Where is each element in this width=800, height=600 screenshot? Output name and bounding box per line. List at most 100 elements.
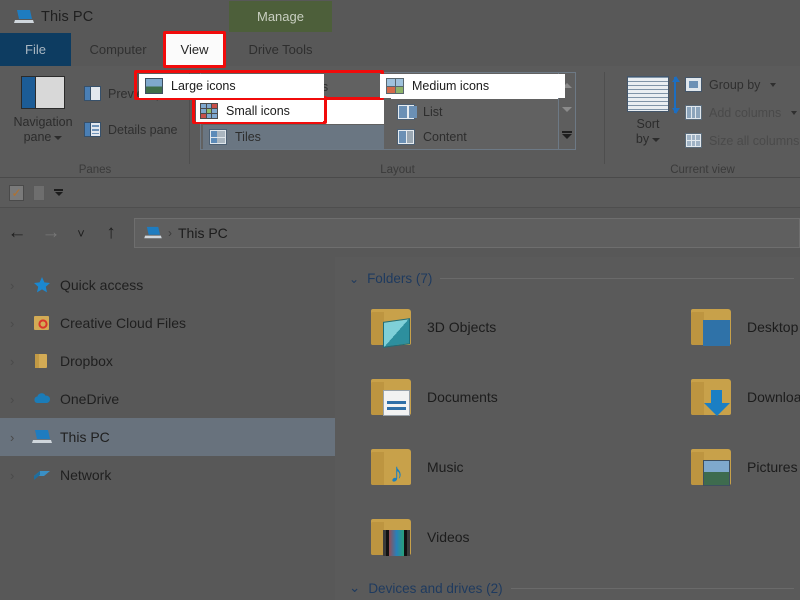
folder-icon (689, 377, 735, 417)
scroll-down-icon[interactable] (562, 107, 572, 112)
sidebar-label-creative-cloud-files: Creative Cloud Files (60, 315, 186, 331)
group-label-layout: Layout (190, 164, 605, 176)
layout-item-content[interactable]: Content (391, 125, 572, 149)
sidebar-label-onedrive: OneDrive (60, 391, 119, 407)
preview-pane-icon (84, 86, 101, 101)
folder-icon (369, 517, 415, 557)
this-pc-icon (144, 226, 162, 240)
chevron-right-icon[interactable]: › (10, 354, 24, 369)
content-icon (397, 129, 415, 145)
sidebar-item-onedrive[interactable]: › OneDrive (0, 380, 335, 418)
folder-label-pictures: Pictures (747, 459, 798, 475)
folder-item-videos[interactable]: Videos (359, 502, 589, 572)
folder-label-videos: Videos (427, 529, 470, 545)
group-by-icon (685, 77, 702, 92)
folder-item-pictures[interactable]: Pictures (679, 432, 800, 502)
layout-label-medium-icons: Medium icons (412, 79, 489, 93)
sidebar-item-network[interactable]: › Network (0, 456, 335, 494)
folder-item-documents[interactable]: Documents (359, 362, 589, 432)
folder-item-music[interactable]: ♪ Music (359, 432, 589, 502)
layout-label-list: List (423, 105, 442, 119)
desktop-icon (703, 320, 730, 346)
customize-toolbar-icon[interactable] (54, 189, 63, 196)
layout-item-list[interactable]: List (391, 100, 572, 124)
dropbox-folder-icon (32, 352, 52, 370)
cube-icon (383, 318, 410, 348)
add-columns-label: Add columns (709, 106, 781, 120)
chevron-right-icon[interactable]: › (10, 468, 24, 483)
window-title: This PC (0, 9, 93, 25)
chevron-right-icon[interactable]: › (10, 430, 24, 445)
address-bar: ← → ˅ ↑ › This PC (0, 209, 800, 257)
layout-item-tiles[interactable]: Tiles (203, 125, 384, 149)
breadcrumb-this-pc[interactable]: This PC (178, 225, 228, 241)
sidebar-label-quick-access: Quick access (60, 277, 143, 293)
group-header-devices-label: Devices and drives (2) (368, 581, 502, 596)
music-note-icon: ♪ (383, 460, 410, 486)
layout-item-small-icons-row[interactable]: Small icons (196, 100, 323, 122)
tab-computer[interactable]: Computer (71, 33, 165, 66)
size-all-columns-icon (685, 133, 702, 148)
tab-file[interactable]: File (0, 33, 71, 66)
recent-locations-button[interactable]: ˅ (68, 216, 94, 250)
file-explorer-window: This PC Manage File Computer View Drive … (0, 0, 800, 600)
creative-cloud-icon (32, 314, 52, 332)
layout-item-medium-icons-row[interactable]: Medium icons (380, 74, 565, 98)
add-columns-icon (685, 105, 702, 120)
chevron-down-icon (770, 83, 776, 87)
sort-by-icon (627, 76, 669, 112)
large-icons-icon (145, 78, 163, 94)
group-by-button[interactable]: Group by (685, 77, 776, 92)
sort-by-label-line1: Sort (637, 117, 660, 131)
folder-label-3d-objects: 3D Objects (427, 319, 496, 335)
sidebar-item-quick-access[interactable]: › Quick access (0, 266, 335, 304)
details-pane-button[interactable]: Details pane (84, 122, 178, 137)
list-icon (397, 104, 415, 120)
layout-item-large-icons-row[interactable]: Large icons (139, 74, 324, 98)
folder-item-desktop[interactable]: Desktop (679, 292, 800, 362)
document-icon (383, 390, 410, 416)
folder-item-3d-objects[interactable]: 3D Objects (359, 292, 589, 362)
ribbon-group-current-view: Sort by Group by Add columns Size all co… (605, 66, 800, 178)
chevron-right-icon[interactable]: › (10, 278, 24, 293)
sidebar-item-creative-cloud-files[interactable]: › Creative Cloud Files (0, 304, 335, 342)
folder-item-downloads[interactable]: Downloads (679, 362, 800, 432)
star-icon (32, 276, 52, 294)
group-label-current-view: Current view (605, 164, 800, 176)
folder-label-documents: Documents (427, 389, 498, 405)
group-header-folders[interactable]: ⌄ Folders (7) (335, 257, 800, 286)
network-icon (32, 466, 52, 484)
chevron-right-icon[interactable]: › (10, 316, 24, 331)
sort-by-button[interactable]: Sort by (617, 72, 679, 162)
chevron-down-icon[interactable]: ⌄ (349, 580, 360, 596)
tab-drive-tools[interactable]: Drive Tools (229, 33, 332, 66)
address-input[interactable]: › This PC (134, 218, 800, 248)
divider (511, 588, 794, 589)
sidebar-item-dropbox[interactable]: › Dropbox (0, 342, 335, 380)
sidebar-item-this-pc[interactable]: › This PC (0, 418, 335, 456)
size-all-columns-label: Size all columns to (709, 134, 800, 148)
gallery-more-icon[interactable] (562, 131, 572, 139)
item-check-boxes-icon[interactable]: ✓ (9, 185, 24, 201)
group-header-devices-and-drives[interactable]: ⌄ Devices and drives (2) (335, 580, 800, 596)
chevron-down-icon[interactable]: ⌄ (349, 272, 359, 286)
forward-button[interactable]: → (34, 216, 68, 250)
up-button[interactable]: ↑ (94, 216, 128, 250)
properties-icon[interactable] (33, 185, 45, 201)
tiles-icon (209, 129, 227, 145)
back-button[interactable]: ← (0, 216, 34, 250)
chevron-right-icon[interactable]: › (10, 392, 24, 407)
navigation-pane-icon (21, 76, 65, 109)
sort-by-label-line2: by (636, 132, 649, 146)
add-columns-button[interactable]: Add columns (685, 105, 797, 120)
chevron-down-icon (791, 111, 797, 115)
title-text: This PC (41, 9, 93, 25)
chevron-down-icon (652, 138, 660, 142)
navigation-pane-button[interactable]: Navigation pane (8, 72, 78, 160)
contextual-tab-manage[interactable]: Manage (229, 1, 332, 32)
small-icons-icon (200, 103, 218, 119)
film-strip-icon (383, 530, 410, 556)
size-all-columns-button[interactable]: Size all columns to (685, 133, 800, 148)
layout-label-large-icons: Large icons (171, 79, 236, 93)
tab-view[interactable]: View (165, 33, 224, 66)
